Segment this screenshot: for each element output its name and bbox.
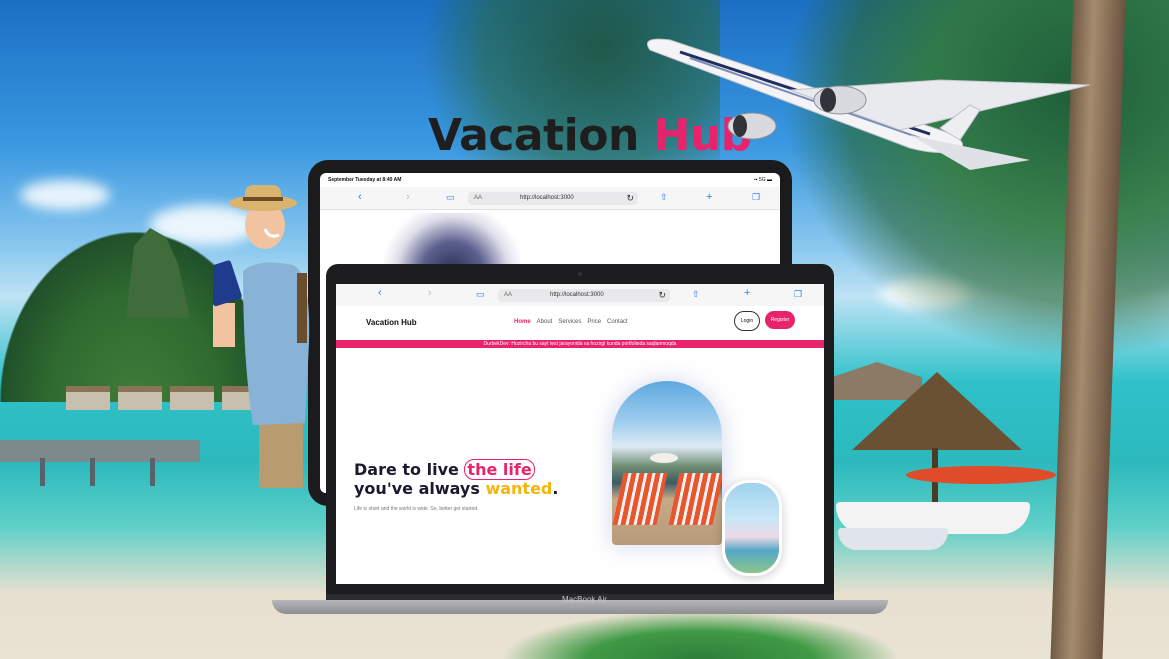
tablet-browser-toolbar: ‹ › ▭ AA http://localhost:3000 ↻ ⇧ + ❐ xyxy=(320,187,780,210)
hero-subtitle: Life is short and the world is wide. So,… xyxy=(354,506,479,512)
back-icon[interactable]: ‹ xyxy=(358,190,362,204)
announcement-banner: DurbekDev: Hozircha bu sayt test jarayon… xyxy=(336,340,824,348)
nav-price[interactable]: Price xyxy=(587,319,601,325)
nav-contact[interactable]: Contact xyxy=(607,319,628,325)
hero-highlight-life: the life xyxy=(464,459,535,480)
tabs-icon[interactable]: ❐ xyxy=(794,287,802,301)
laptop-address-bar[interactable]: AA http://localhost:3000 ↻ xyxy=(498,289,670,302)
title-word-vacation: Vacation xyxy=(428,110,639,161)
plus-icon[interactable]: + xyxy=(706,190,712,204)
reader-aa[interactable]: AA xyxy=(504,292,512,298)
forward-icon[interactable]: › xyxy=(406,190,410,204)
hero-line1-text: Dare to live xyxy=(354,460,465,479)
woman-hat xyxy=(650,453,678,463)
airplane-icon xyxy=(647,38,1090,170)
deck-chair xyxy=(612,473,668,525)
laptop-browser-toolbar: ‹ › ▭ AA http://localhost:3000 ↻ ⇧ + ❐ xyxy=(336,284,824,307)
traveler-man-image xyxy=(213,185,310,488)
deck-chair xyxy=(668,473,722,525)
boat-small xyxy=(838,528,948,550)
book-icon[interactable]: ▭ xyxy=(476,287,485,301)
reload-icon[interactable]: ↻ xyxy=(626,193,634,204)
site-navbar: Vacation Hub Home About Services Price C… xyxy=(336,306,824,340)
share-icon[interactable]: ⇧ xyxy=(692,287,700,301)
laptop-camera xyxy=(578,272,582,276)
hero-small-image xyxy=(722,480,782,576)
laptop-brand-label: MacBook Air xyxy=(562,595,607,604)
kayak xyxy=(906,466,1056,484)
laptop-screen: ‹ › ▭ AA http://localhost:3000 ↻ ⇧ + ❐ V… xyxy=(336,284,824,584)
tablet-status-time: September Tuesday at 8:40 AM xyxy=(328,177,402,183)
hero-beach-image xyxy=(612,381,722,545)
pier xyxy=(0,440,200,462)
nav-about[interactable]: About xyxy=(537,319,553,325)
tabs-icon[interactable]: ❐ xyxy=(752,190,760,204)
book-icon[interactable]: ▭ xyxy=(446,190,455,204)
login-button[interactable]: Login xyxy=(734,311,760,331)
tablet-address-bar[interactable]: AA http://localhost:3000 ↻ xyxy=(468,192,638,205)
nav-links: Home About Services Price Contact xyxy=(514,319,628,325)
reload-icon[interactable]: ↻ xyxy=(658,290,666,301)
share-icon[interactable]: ⇧ xyxy=(660,190,668,204)
laptop-url-text[interactable]: http://localhost:3000 xyxy=(550,292,604,298)
site-logo[interactable]: Vacation Hub xyxy=(366,318,417,327)
hero-line2-period: . xyxy=(552,479,559,498)
forward-icon[interactable]: › xyxy=(428,286,432,300)
reader-aa[interactable]: AA xyxy=(474,195,482,201)
back-icon[interactable]: ‹ xyxy=(378,286,382,300)
register-button[interactable]: Register xyxy=(765,311,795,329)
nav-home[interactable]: Home xyxy=(514,319,531,325)
hero-highlight-wanted: wanted xyxy=(485,479,553,498)
hero-line2-text: you've always xyxy=(354,479,486,498)
tablet-url-text[interactable]: http://localhost:3000 xyxy=(520,195,574,201)
nav-services[interactable]: Services xyxy=(558,319,581,325)
hero-heading: Dare to live the life you've always want… xyxy=(354,459,559,498)
laptop-device: ‹ › ▭ AA http://localhost:3000 ↻ ⇧ + ❐ V… xyxy=(326,264,834,600)
plus-icon[interactable]: + xyxy=(744,286,750,300)
